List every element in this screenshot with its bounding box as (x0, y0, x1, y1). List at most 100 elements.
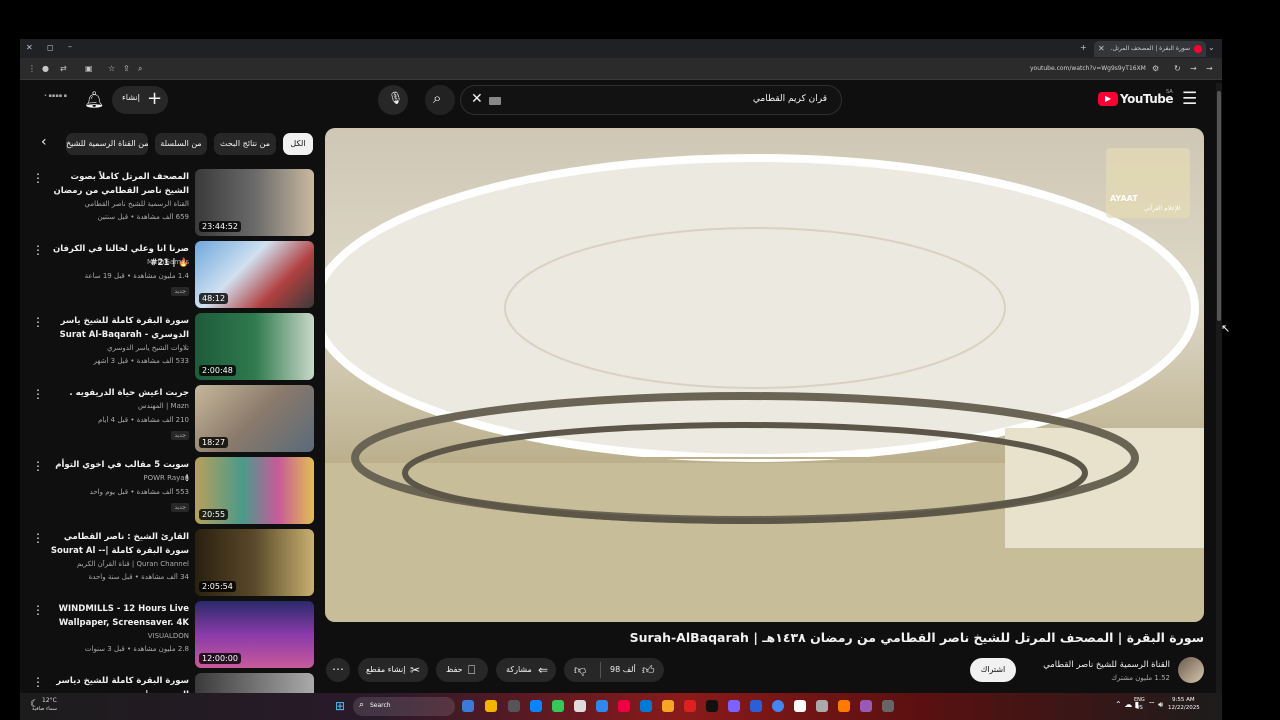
forward-icon[interactable]: → (1190, 64, 1197, 74)
like-button[interactable]: 👍︎ (642, 658, 655, 682)
video-title[interactable]: سورة البقرة كاملة للشيخ ياسر الدوسري - S… (49, 314, 189, 342)
minimize-icon[interactable]: – (68, 42, 72, 52)
more-options-icon[interactable]: ⋮ (32, 387, 44, 401)
task-view-icon[interactable] (462, 700, 474, 712)
channel-avatar[interactable] (1178, 657, 1204, 683)
app-icon-2[interactable] (552, 700, 564, 712)
channel-title[interactable]: القناة الرسمية للشيخ ناصر القطامي (1020, 660, 1170, 670)
video-title[interactable]: جربت اعيش حياة الدريفويه . (49, 386, 189, 400)
app-icon-12[interactable] (838, 700, 850, 712)
extensions-icon[interactable]: ▣ (85, 64, 93, 74)
file-explorer-icon[interactable] (485, 700, 497, 712)
app-icon-14[interactable] (882, 700, 894, 712)
video-thumbnail[interactable]: 2:05:54 (195, 529, 314, 596)
chrome-icon[interactable] (772, 700, 784, 712)
dislike-button[interactable]: 👎︎ (574, 658, 586, 682)
channel-name[interactable]: POWR Rayan (49, 474, 189, 482)
menu-dots-icon[interactable]: ⋮ (28, 64, 36, 74)
search-input[interactable]: ✕ قران كريم القطامي (460, 85, 842, 115)
channel-name[interactable]: Mazn | المهندس (49, 402, 189, 410)
new-tab-icon[interactable]: + (1080, 43, 1087, 53)
app-icon-1[interactable] (508, 700, 520, 712)
video-thumbnail[interactable]: 20:55 (195, 457, 314, 524)
tab-search-icon[interactable]: ⌄ (1208, 43, 1215, 53)
app-icon-11[interactable] (816, 700, 828, 712)
hamburger-menu-icon[interactable]: ☰ (1182, 89, 1197, 109)
youtube-logo-icon[interactable]: ▶ (1098, 92, 1118, 106)
list-item[interactable]: ⋮ القارئ الشيخ : ناصر القطامي سورة البقر… (20, 529, 320, 597)
more-options-icon[interactable]: ⋮ (32, 315, 44, 329)
url-text[interactable]: youtube.com/watch?v=Wg9s9yT16XM (1030, 65, 1150, 72)
chip-official-channel[interactable]: من القناة الرسمية للشيخ (66, 133, 148, 155)
channel-name[interactable]: Quran Channel | قناة القرآن الكريم (49, 560, 189, 568)
more-options-icon[interactable]: ⋮ (32, 675, 44, 689)
video-thumbnail[interactable]: 12:00:00 (195, 601, 314, 668)
language-indicator[interactable]: ENG (1134, 697, 1145, 703)
app-icon-8[interactable] (728, 700, 740, 712)
more-options-icon[interactable]: ⋮ (32, 531, 44, 545)
create-button[interactable]: إنشاء + (112, 86, 168, 114)
app-icon-7[interactable] (684, 700, 696, 712)
more-options-icon[interactable]: ⋮ (32, 459, 44, 473)
app-icon-13[interactable] (860, 700, 872, 712)
list-item[interactable]: ⋮ WINDMILLS - 12 Hours Live Wallpaper, S… (20, 601, 320, 669)
chips-scroll-left-icon[interactable]: ‹ (41, 134, 47, 150)
channel-name[interactable]: القناة الرسمية للشيخ ناصر القطامي (49, 200, 189, 208)
clear-search-icon[interactable]: ✕ (471, 91, 483, 107)
share-page-icon[interactable]: ⇪ (123, 64, 130, 74)
video-title[interactable]: WINDMILLS - 12 Hours Live Wallpaper, Scr… (49, 602, 189, 630)
start-windows-icon[interactable]: ⊞ (335, 699, 345, 713)
video-title[interactable]: القارئ الشيخ : ناصر القطامي سورة البقرة … (49, 530, 189, 558)
tiktok-icon[interactable] (706, 700, 718, 712)
bookmark-star-icon[interactable]: ☆ (108, 64, 115, 74)
subscribe-button[interactable]: اشتراك (970, 658, 1016, 682)
list-item[interactable]: ⋮ سورة البقرة كاملة للشيخ ياسر الدوسري -… (20, 313, 320, 381)
video-thumbnail[interactable]: 23:44:52 (195, 169, 314, 236)
active-tab[interactable]: ✕ سورة البقرة | المصحف المرتل... (1094, 41, 1206, 57)
taskbar-search-box[interactable]: ⌕ Search (353, 697, 455, 716)
more-actions-button[interactable]: ⋯ (326, 658, 350, 682)
list-item[interactable]: ⋮ صرنا انا وعلي لحالنا في الكرفان 🔥 | 21… (20, 241, 320, 309)
account-avatar[interactable]: • ▪▪▪▪ ▪ (44, 93, 67, 99)
channel-name[interactable]: VISUALDON (49, 632, 189, 640)
edge-icon[interactable] (640, 700, 652, 712)
more-options-icon[interactable]: ⋮ (32, 243, 44, 257)
tab-close-icon[interactable]: ✕ (1098, 44, 1105, 54)
app-icon-3[interactable] (574, 700, 586, 712)
profile-icon[interactable]: ● (42, 64, 49, 74)
chip-search-results[interactable]: من نتائج البحث (214, 133, 276, 155)
video-title[interactable]: سورة البقرة كاملة للشيخ دياسر الدوسري | (49, 674, 189, 693)
store-icon[interactable] (530, 700, 542, 712)
restore-icon[interactable]: ◻ (47, 43, 54, 53)
more-options-icon[interactable]: ⋮ (32, 171, 44, 185)
app-icon-9[interactable] (750, 700, 762, 712)
back-icon[interactable]: → (1206, 64, 1213, 74)
channel-name[interactable]: تلاوات الشيخ ياسر الدوسري (49, 344, 189, 352)
video-thumbnail[interactable]: 18:27 (195, 385, 314, 452)
search-button[interactable]: ⌕ (425, 85, 455, 115)
app-icon-5[interactable] (618, 700, 630, 712)
more-options-icon[interactable]: ⋮ (32, 603, 44, 617)
video-thumbnail[interactable]: 2:00:48 (195, 313, 314, 380)
voice-search-button[interactable]: 🎙︎ (378, 85, 408, 115)
translate-icon[interactable]: ⇄ (60, 64, 67, 74)
app-icon-10[interactable] (794, 700, 806, 712)
zoom-icon[interactable]: ⌕ (138, 64, 142, 74)
page-scrollbar[interactable] (1216, 83, 1222, 693)
network-volume-icon[interactable]: ⌔ 🔊︎ (1148, 700, 1163, 710)
close-window-icon[interactable]: ✕ (26, 43, 33, 53)
list-item[interactable]: ⋮ المصحف المرتل كاملاً بصوت الشيخ ناصر ا… (20, 169, 320, 237)
video-title[interactable]: المصحف المرتل كاملاً بصوت الشيخ ناصر الق… (49, 170, 189, 198)
chip-from-series[interactable]: من السلسلة (155, 133, 207, 155)
scrollbar-thumb[interactable] (1217, 91, 1221, 321)
app-icon-6[interactable] (662, 700, 674, 712)
reload-icon[interactable]: ↻ (1174, 64, 1181, 74)
video-player[interactable]: AYAAT للإعلام القرآني (325, 128, 1204, 622)
app-icon-4[interactable] (596, 700, 608, 712)
save-button[interactable]: حفظ ⎕ (436, 658, 488, 682)
site-settings-icon[interactable]: ⚙ (1152, 64, 1159, 74)
notifications-bell-icon[interactable]: 🔔︎ (84, 90, 104, 109)
share-button[interactable]: مشاركة ⇐ (496, 658, 556, 682)
video-thumbnail[interactable]: 48:12 (195, 241, 314, 308)
list-item[interactable]: ⋮ سويت 5 مقالب في اخوي التوأم ! POWR Ray… (20, 457, 320, 525)
